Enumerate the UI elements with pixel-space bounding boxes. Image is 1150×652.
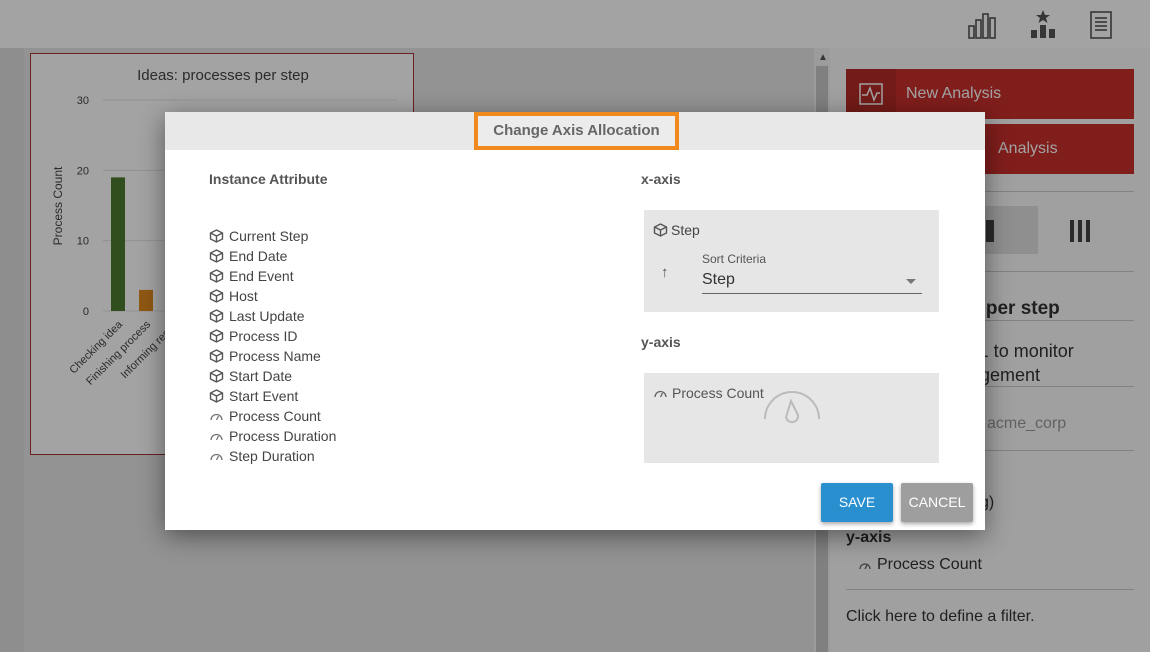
attribute-item[interactable]: End Date [209,246,509,266]
attribute-item[interactable]: Process ID [209,326,509,346]
attribute-item[interactable]: Step Duration [209,446,509,466]
x-axis-attribute[interactable]: Step [653,222,700,238]
instance-attribute-heading: Instance Attribute [209,171,328,187]
x-axis-value: Step [671,222,700,238]
cube-icon [209,329,226,343]
sort-ascending-icon[interactable]: ↑ [661,264,669,281]
attribute-label: Host [229,288,258,304]
sort-criteria-label: Sort Criteria [702,252,767,266]
attribute-item[interactable]: Current Step [209,226,509,246]
change-axis-dialog: Change Axis Allocation Instance Attribut… [165,112,985,530]
attribute-label: Last Update [229,308,305,324]
cube-icon [209,289,226,303]
attribute-label: Start Date [229,368,293,384]
y-axis-heading: y-axis [641,334,681,350]
cube-icon [209,309,226,323]
attribute-label: End Date [229,248,288,264]
cube-icon [653,223,668,237]
y-axis-value: Process Count [672,385,764,401]
attribute-label: Process Name [229,348,321,364]
attribute-item[interactable]: Process Count [209,406,509,426]
y-axis-attribute[interactable]: Process Count [653,385,764,401]
cube-icon [209,369,226,383]
gauge-icon [653,387,668,399]
attribute-label: End Event [229,268,294,284]
attribute-list: Current Step End Date End Event Host Last Up… [209,226,509,466]
gauge-icon [209,449,226,463]
attribute-item[interactable]: Process Duration [209,426,509,446]
attribute-item[interactable]: Process Name [209,346,509,366]
cube-icon [209,249,226,263]
attribute-label: Process ID [229,328,298,344]
x-axis-heading: x-axis [641,171,681,187]
sort-criteria-value: Step [702,271,735,288]
y-axis-dropzone[interactable]: Process Count [644,373,939,463]
cube-icon [209,269,226,283]
x-axis-dropzone[interactable]: Step ↑ Sort Criteria Step [644,210,939,312]
gauge-icon [209,409,226,423]
chevron-down-icon [906,279,916,284]
gauge-placeholder-icon [764,391,820,424]
cube-icon [209,349,226,363]
attribute-label: Process Duration [229,428,337,444]
attribute-label: Start Event [229,388,299,404]
attribute-item[interactable]: Last Update [209,306,509,326]
gauge-icon [209,429,226,443]
attribute-item[interactable]: Start Date [209,366,509,386]
cube-icon [209,389,226,403]
sort-criteria-select[interactable]: Step [702,268,922,294]
dialog-title: Change Axis Allocation [474,112,679,150]
attribute-label: Process Count [229,408,321,424]
attribute-item[interactable]: Start Event [209,386,509,406]
cancel-button[interactable]: CANCEL [901,483,973,522]
cube-icon [209,229,226,243]
attribute-label: Step Duration [229,448,315,464]
attribute-item[interactable]: End Event [209,266,509,286]
attribute-item[interactable]: Host [209,286,509,306]
save-button[interactable]: SAVE [821,483,893,522]
attribute-label: Current Step [229,228,309,244]
dialog-header: Change Axis Allocation [165,112,985,150]
